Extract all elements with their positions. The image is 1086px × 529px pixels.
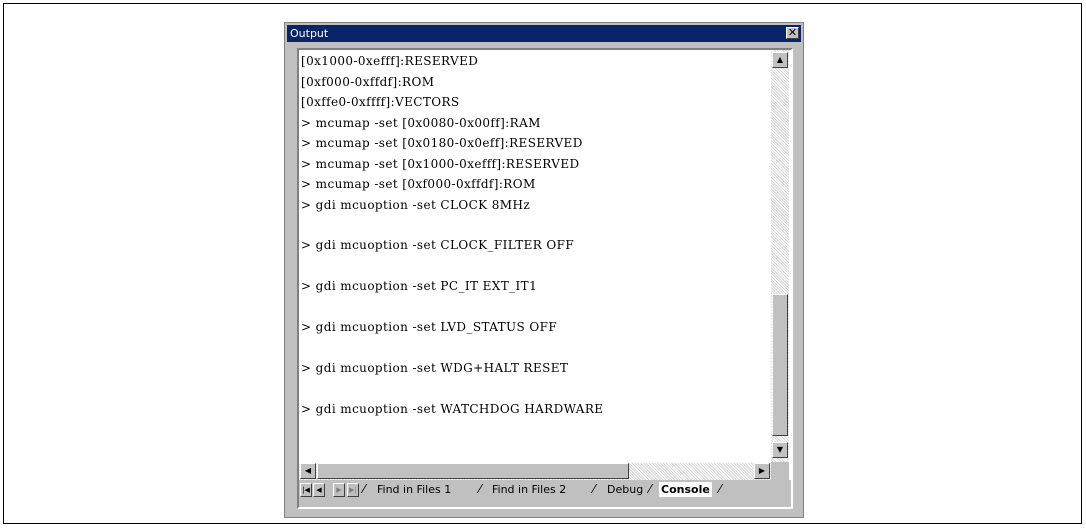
console-line: [0x1000-0xefff]:RESERVED <box>301 54 479 68</box>
console-line: > gdi mcuoption -set LVD_STATUS OFF <box>301 320 558 334</box>
next-tab-icon[interactable]: ▶ <box>333 483 345 497</box>
tab-console[interactable]: Console <box>659 482 712 497</box>
scroll-up-icon[interactable]: ▲ <box>772 52 788 68</box>
tab-bar: |◀ ◀ ▶ ▶| ⁄ Find in Files 1 ⁄ Find in Fi… <box>299 480 791 507</box>
console-line: > gdi mcuoption -set WATCHDOG HARDWARE <box>301 402 604 416</box>
console-pane: [0x1000-0xefff]:RESERVED [0xf000-0xffdf]… <box>297 48 793 509</box>
scroll-left-icon[interactable]: ◀ <box>300 463 316 479</box>
console-line: [0xf000-0xffdf]:ROM <box>301 75 435 89</box>
tab-separator: ⁄ <box>593 482 596 496</box>
scroll-right-icon[interactable]: ▶ <box>754 463 770 479</box>
scroll-down-icon[interactable]: ▼ <box>772 442 788 458</box>
window-title: Output <box>290 27 329 40</box>
first-tab-icon[interactable]: |◀ <box>300 483 312 497</box>
console-line: > gdi mcuoption -set WDG+HALT RESET <box>301 361 569 375</box>
console-line: > mcumap -set [0x0080-0x00ff]:RAM <box>301 116 541 130</box>
tab-debug[interactable]: Debug <box>607 482 643 497</box>
prev-tab-icon[interactable]: ◀ <box>313 483 325 497</box>
title-bar[interactable]: Output ✕ <box>287 25 801 42</box>
console-line: > mcumap -set [0xf000-0xffdf]:ROM <box>301 177 536 191</box>
close-icon[interactable]: ✕ <box>786 27 799 39</box>
tab-find-in-files-1[interactable]: Find in Files 1 <box>377 482 451 497</box>
console-line: [0xffe0-0xffff]:VECTORS <box>301 95 460 109</box>
horizontal-scrollbar[interactable]: ◀ ▶ <box>299 463 771 480</box>
console-line: > mcumap -set [0x0180-0x0eff]:RESERVED <box>301 136 583 150</box>
tab-separator: ⁄ <box>719 482 722 496</box>
console-line: > gdi mcuoption -set CLOCK_FILTER OFF <box>301 238 575 252</box>
tab-find-in-files-2[interactable]: Find in Files 2 <box>492 482 566 497</box>
console-line: > gdi mcuoption -set CLOCK 8MHz <box>301 198 531 212</box>
last-tab-icon[interactable]: ▶| <box>347 483 359 497</box>
vertical-scroll-thumb[interactable] <box>772 294 788 436</box>
horizontal-scroll-thumb[interactable] <box>317 463 629 479</box>
console-line: > mcumap -set [0x1000-0xefff]:RESERVED <box>301 157 580 171</box>
console-line: > gdi mcuoption -set PC_IT EXT_IT1 <box>301 279 538 293</box>
tab-separator: ⁄ <box>479 482 482 496</box>
output-window: Output ✕ [0x1000-0xefff]:RESERVED [0xf00… <box>284 22 804 518</box>
scroll-corner <box>771 462 789 480</box>
tab-separator: ⁄ <box>363 482 366 496</box>
vertical-scrollbar[interactable]: ▲ ▼ <box>771 50 789 462</box>
tab-separator: ⁄ <box>649 482 652 496</box>
